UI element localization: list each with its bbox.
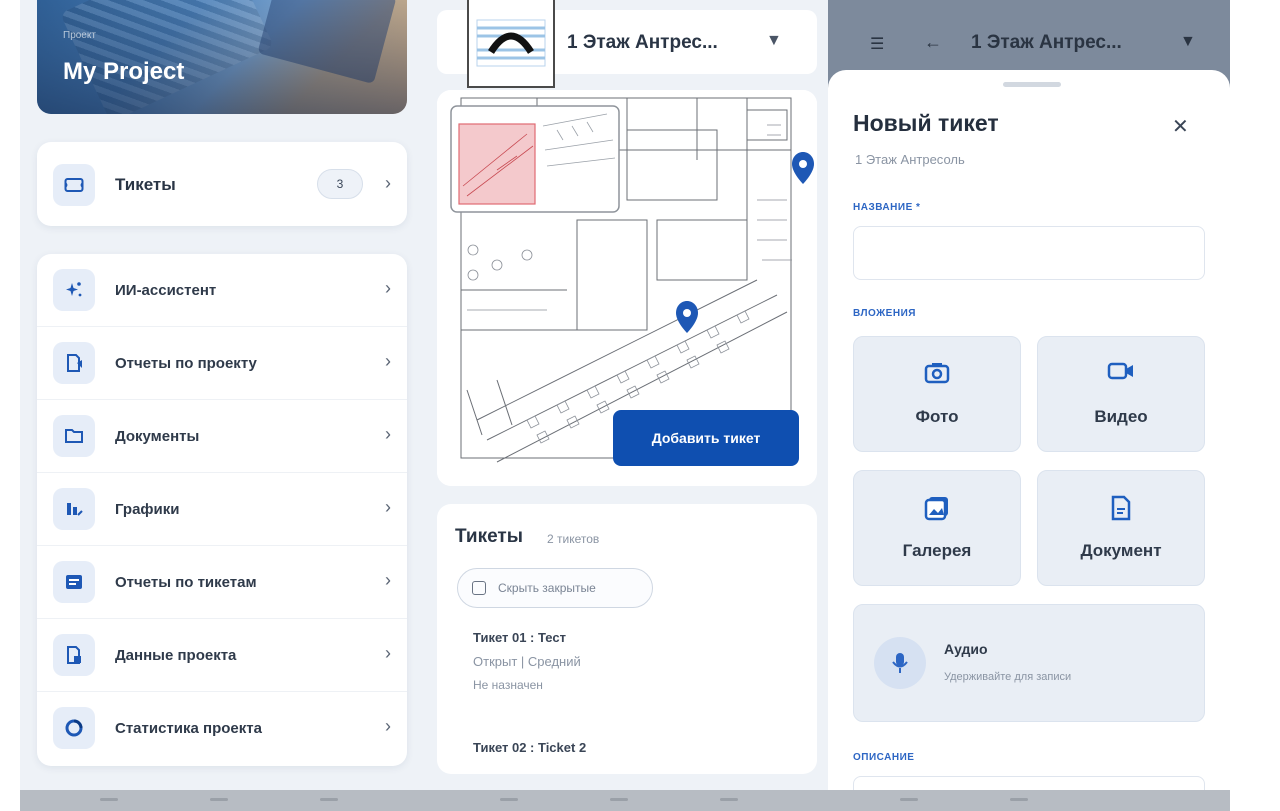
project-name: My Project: [63, 58, 185, 85]
plan-thumbnail[interactable]: [467, 0, 555, 88]
audio-hint: Удерживайте для записи: [944, 671, 1072, 683]
chart-icon: [53, 488, 95, 530]
plan-title: 1 Этаж Антрес...: [567, 32, 718, 53]
ticket-name-input[interactable]: [853, 226, 1205, 280]
menu-item-label: ИИ-ассистент: [115, 282, 217, 299]
sparkle-icon: [53, 269, 95, 311]
menu-item-documents[interactable]: Документы ›: [37, 400, 407, 473]
attach-document-button[interactable]: Документ: [1037, 470, 1205, 586]
name-field-label: НАЗВАНИЕ *: [853, 202, 921, 213]
chevron-right-icon: ›: [385, 278, 391, 298]
menu-item-label: Статистика проекта: [115, 720, 262, 737]
chevron-right-icon: ›: [385, 643, 391, 663]
video-label: Видео: [1094, 407, 1148, 426]
ticket-list-title: Тикеты: [455, 526, 523, 547]
tickets-count-badge: 3: [317, 169, 363, 199]
ticket-list-card: Тикеты 2 тикетов Скрыть закрытые Тикет 0…: [437, 504, 817, 774]
menu-item-label: Графики: [115, 501, 180, 518]
project-banner[interactable]: Проект My Project: [37, 0, 407, 114]
sheet-title: Новый тикет: [853, 110, 999, 136]
menu-item-label: Данные проекта: [115, 647, 237, 664]
gallery-label: Галерея: [902, 541, 972, 560]
tickets-card-label: Тикеты: [115, 175, 176, 194]
ticket-title: Тикет 02 : Ticket 2: [473, 740, 587, 755]
gallery-icon: [854, 495, 1020, 521]
chevron-right-icon: ›: [385, 497, 391, 517]
document-icon: [1038, 495, 1204, 521]
hide-closed-label: Скрыть закрытые: [498, 581, 596, 595]
ticket-report-icon: [53, 561, 95, 603]
chevron-right-icon: ›: [385, 424, 391, 444]
ticket-status: Открыт | Средний: [473, 654, 581, 669]
new-ticket-sheet: Новый тикет 1 Этаж Антресоль ✕ НАЗВАНИЕ …: [828, 70, 1230, 790]
caret-down-icon[interactable]: ▼: [1180, 33, 1196, 51]
ticket-list-item[interactable]: Тикет 02 : Ticket 2: [473, 740, 797, 770]
microphone-icon: [874, 637, 926, 689]
camera-icon: [854, 361, 1020, 385]
chevron-right-icon: ›: [385, 716, 391, 736]
chevron-right-icon: ›: [385, 173, 391, 193]
hide-closed-toggle[interactable]: Скрыть закрытые: [457, 568, 653, 608]
ticket-list-count: 2 тикетов: [547, 532, 600, 546]
stats-icon: [53, 707, 95, 749]
video-camera-icon: [1038, 361, 1204, 381]
ticket-title: Тикет 01 : Тест: [473, 630, 566, 645]
attach-photo-button[interactable]: Фото: [853, 336, 1021, 452]
chevron-right-icon: ›: [385, 570, 391, 590]
menu-item-label: Отчеты по проекту: [115, 355, 257, 372]
close-icon[interactable]: ✕: [1172, 114, 1189, 139]
document-label: Документ: [1080, 541, 1162, 560]
menu-item-ticket-reports[interactable]: Отчеты по тикетам ›: [37, 546, 407, 619]
data-icon: [53, 634, 95, 676]
menu-item-project-data[interactable]: Данные проекта ›: [37, 619, 407, 692]
attach-gallery-button[interactable]: Галерея: [853, 470, 1021, 586]
audio-title: Аудио: [944, 641, 988, 657]
back-arrow-icon[interactable]: ←: [924, 32, 942, 53]
menu-item-label: Документы: [115, 428, 200, 445]
menu-item-charts[interactable]: Графики ›: [37, 473, 407, 546]
attachments-label: ВЛОЖЕНИЯ: [853, 308, 916, 319]
report-icon: [53, 342, 95, 384]
ticket-assignee: Не назначен: [473, 678, 543, 692]
top-nav: ☰ ← 1 Этаж Антрес... ▼: [828, 0, 1230, 80]
ticket-icon: [53, 164, 95, 206]
caret-down-icon[interactable]: ▼: [766, 32, 782, 50]
menu-icon[interactable]: ☰: [870, 34, 884, 54]
audio-record-button[interactable]: Аудио Удерживайте для записи: [853, 604, 1205, 722]
sheet-subtitle: 1 Этаж Антресоль: [855, 152, 965, 167]
drag-handle[interactable]: [1003, 82, 1061, 87]
menu-item-project-stats[interactable]: Статистика проекта ›: [37, 692, 407, 765]
nav-title: 1 Этаж Антрес...: [971, 32, 1122, 53]
menu-item-label: Отчеты по тикетам: [115, 574, 257, 591]
description-label: ОПИСАНИЕ: [853, 752, 915, 763]
menu-item-project-reports[interactable]: Отчеты по проекту ›: [37, 327, 407, 400]
ticket-list-item[interactable]: Тикет 01 : Тест Открыт | Средний Не назн…: [473, 630, 797, 722]
chevron-right-icon: ›: [385, 351, 391, 371]
description-input[interactable]: [853, 776, 1205, 790]
system-bottom-bar: [20, 790, 1230, 811]
folder-icon: [53, 415, 95, 457]
app-canvas: Проект My Project Тикеты 3 › ИИ-ассистен…: [20, 0, 1230, 790]
add-ticket-button[interactable]: Добавить тикет: [613, 410, 799, 466]
project-subtitle: Проект: [63, 30, 96, 41]
checkbox-icon[interactable]: [472, 581, 486, 595]
floor-plan-card[interactable]: Добавить тикет: [437, 90, 817, 486]
project-menu: ИИ-ассистент › Отчеты по проекту › Докум…: [37, 254, 407, 766]
attach-video-button[interactable]: Видео: [1037, 336, 1205, 452]
menu-item-ai-assistant[interactable]: ИИ-ассистент ›: [37, 254, 407, 327]
photo-label: Фото: [915, 407, 959, 426]
tickets-card[interactable]: Тикеты 3 ›: [37, 142, 407, 226]
